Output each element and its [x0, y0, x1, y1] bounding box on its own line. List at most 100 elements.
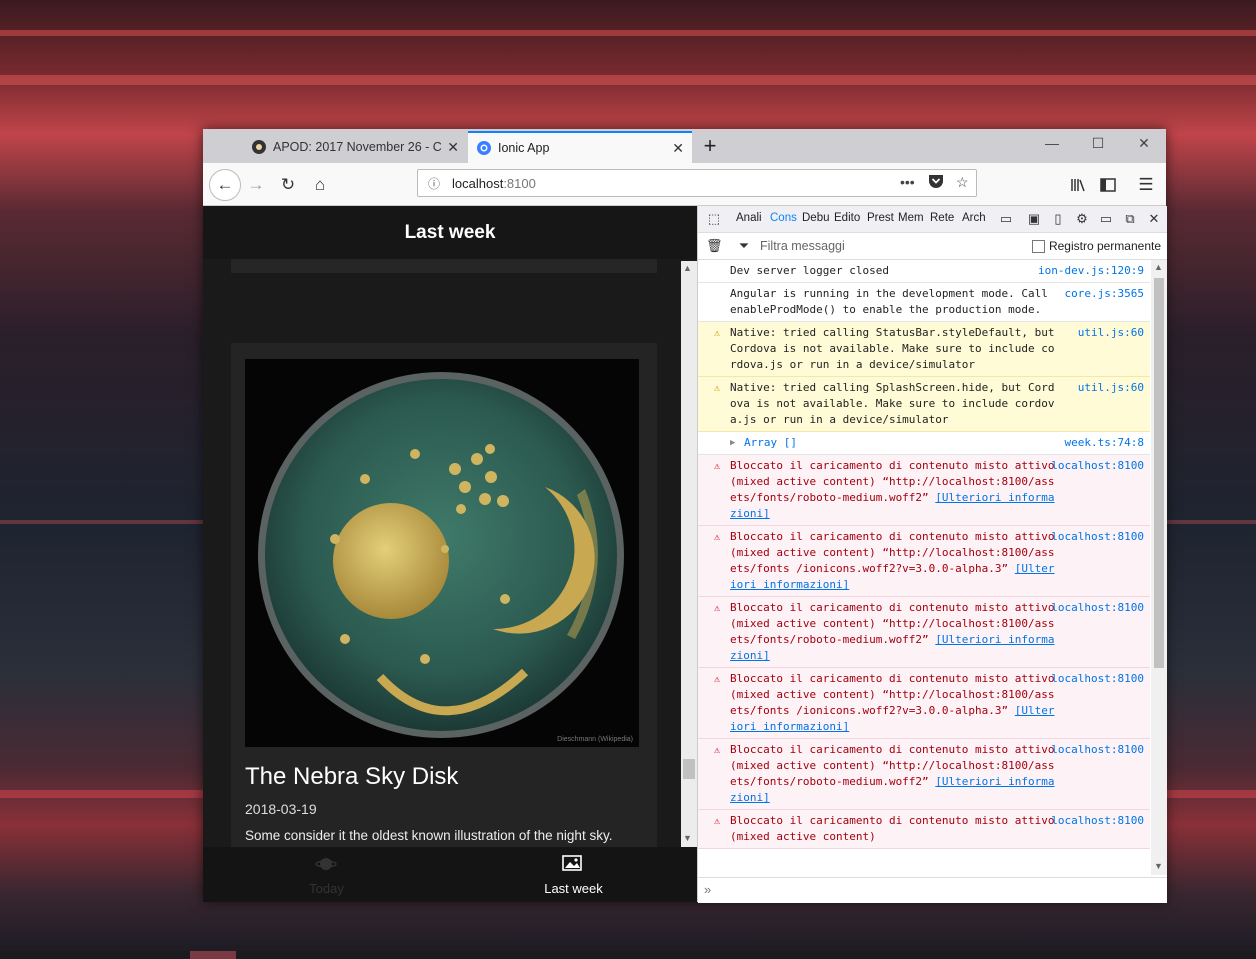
console-message: Angular is running in the development mo… [698, 283, 1150, 322]
minimize-icon[interactable]: — [1029, 135, 1075, 151]
apod-card[interactable]: Dieschmann (Wikipedia) The Nebra Sky Dis… [231, 343, 657, 863]
console-error: ⚠ Bloccato il caricamento di contenuto m… [698, 526, 1150, 597]
menu-icon[interactable]: ☰ [1133, 172, 1159, 198]
url-bar[interactable]: ⓘ localhost:8100 ••• ☆ [417, 169, 977, 197]
home-button[interactable]: ⌂ [307, 172, 333, 198]
sidebar-icon[interactable] [1095, 172, 1121, 198]
devtools-toolbar: ⬚ Anali Cons Debu Edito Prest Mem Rete A… [698, 206, 1167, 233]
message-source-link[interactable]: localhost:8100 [1051, 529, 1144, 545]
previous-card [231, 259, 657, 273]
warning-icon: ⚠ [714, 328, 721, 339]
forward-button[interactable]: → [243, 172, 269, 198]
reload-icon: ↻ [280, 175, 296, 194]
error-icon: ⚠ [714, 745, 721, 756]
message-source-link[interactable]: localhost:8100 [1051, 671, 1144, 687]
console-filter-bar: 🗑 ⏷ Filtra messaggi Registro permanente [698, 233, 1167, 260]
close-window-icon[interactable]: ✕ [1121, 135, 1167, 152]
bookmark-star-icon[interactable]: ☆ [956, 174, 969, 191]
dock-window-icon[interactable]: ⧉ [1122, 211, 1138, 227]
error-icon: ⚠ [714, 461, 721, 472]
console-array-log[interactable]: ▶ Array [] week.ts:74:8 [698, 432, 1150, 455]
devtools-tab-storage[interactable]: Arch [962, 212, 990, 224]
card-description: Some consider it the oldest known illust… [245, 828, 613, 843]
library-icon[interactable] [1065, 172, 1091, 198]
app-scrollbar[interactable]: ▲ ▼ [681, 261, 697, 847]
console-error: ⚠ Bloccato il caricamento di contenuto m… [698, 810, 1150, 849]
page-actions-icon[interactable]: ••• [900, 174, 915, 190]
image-credit: Dieschmann (Wikipedia) [557, 736, 633, 743]
console-warning: ⚠ Native: tried calling StatusBar.styleD… [698, 322, 1150, 377]
message-source-link[interactable]: ion-dev.js:120:9 [1038, 263, 1144, 279]
home-icon: ⌂ [314, 175, 326, 194]
tab-close-icon[interactable]: ✕ [447, 139, 459, 156]
images-icon [562, 855, 582, 871]
page-title: Last week [203, 206, 697, 259]
planet-icon [315, 858, 337, 870]
message-source-link[interactable]: util.js:60 [1078, 325, 1144, 341]
checkbox-box[interactable] [1031, 239, 1045, 253]
taskbar-item[interactable] [190, 951, 236, 959]
message-source-link[interactable]: localhost:8100 [1051, 600, 1144, 616]
arrow-left-icon: ← [216, 175, 234, 194]
reload-button[interactable]: ↻ [275, 172, 301, 198]
info-icon[interactable]: ⓘ [428, 175, 440, 192]
element-picker-icon[interactable]: ⬚ [706, 211, 722, 227]
persist-logs-checkbox[interactable]: Registro permanente [1031, 239, 1161, 253]
message-source-link[interactable]: util.js:60 [1078, 380, 1144, 396]
console-error: ⚠ Bloccato il caricamento di contenuto m… [698, 739, 1150, 810]
browser-window: APOD: 2017 November 26 - C ✕ Ionic App ✕… [203, 129, 1167, 903]
devtools-tab-editor[interactable]: Edito [834, 212, 864, 224]
tab-label: Last week [544, 881, 603, 896]
new-tab-button[interactable]: + [698, 133, 722, 159]
pocket-icon[interactable] [928, 174, 944, 191]
error-icon: ⚠ [714, 603, 721, 614]
card-date: 2018-03-19 [245, 801, 317, 817]
message-source-link[interactable]: localhost:8100 [1051, 458, 1144, 474]
devtools-tab-inspector[interactable]: Anali [736, 212, 766, 224]
tab-apod[interactable]: APOD: 2017 November 26 - C ✕ [243, 131, 467, 163]
console-message: Dev server logger closed ion-dev.js:120:… [698, 260, 1150, 283]
navigation-bar: ← → ↻ ⌂ ⓘ localhost:8100 ••• ☆ ☰ [203, 163, 1166, 206]
dock-bottom-icon[interactable]: ▭ [1098, 211, 1114, 227]
maximize-icon[interactable]: ☐ [1075, 135, 1121, 152]
prompt-chevron-icon: » [704, 882, 712, 897]
tab-last-week[interactable]: Last week [450, 847, 697, 902]
message-source-link[interactable]: core.js:3565 [1065, 286, 1144, 302]
console-output: Dev server logger closed ion-dev.js:120:… [698, 260, 1150, 875]
tab-ionic-app[interactable]: Ionic App ✕ [468, 131, 692, 163]
expand-triangle-icon[interactable]: ▶ [730, 435, 735, 451]
close-devtools-icon[interactable]: ✕ [1146, 211, 1162, 227]
message-source-link[interactable]: week.ts:74:8 [1065, 435, 1144, 451]
tab-title: APOD: 2017 November 26 - C [273, 140, 442, 154]
filter-messages-input[interactable]: Filtra messaggi [760, 239, 845, 253]
trash-icon[interactable]: 🗑 [706, 238, 723, 254]
tab-title: Ionic App [498, 141, 550, 155]
back-button[interactable]: ← [209, 169, 241, 201]
message-source-link[interactable]: localhost:8100 [1051, 813, 1144, 829]
tab-close-icon[interactable]: ✕ [672, 140, 684, 157]
app-tab-bar: Today Last week [203, 847, 697, 902]
message-source-link[interactable]: localhost:8100 [1051, 742, 1144, 758]
console-error: ⚠ Bloccato il caricamento di contenuto m… [698, 597, 1150, 668]
tab-label: Today [309, 881, 344, 896]
console-warning: ⚠ Native: tried calling SplashScreen.hid… [698, 377, 1150, 432]
console-input[interactable]: » [698, 877, 1167, 903]
tab-bar: APOD: 2017 November 26 - C ✕ Ionic App ✕… [203, 129, 1166, 163]
warning-icon: ⚠ [714, 383, 721, 394]
devtools-tab-memory[interactable]: Mem [898, 212, 926, 224]
settings-gear-icon[interactable]: ⚙ [1074, 211, 1090, 227]
filter-funnel-icon: ⏷ [738, 238, 750, 253]
console-error: ⚠ Bloccato il caricamento di contenuto m… [698, 668, 1150, 739]
card-title: The Nebra Sky Disk [245, 763, 459, 790]
devtools-tab-performance[interactable]: Prest [867, 212, 895, 224]
arrow-right-icon: → [247, 175, 265, 194]
console-scrollbar[interactable]: ▲ ▼ [1151, 260, 1167, 875]
devtools-tab-debugger[interactable]: Debu [802, 212, 830, 224]
devtools-tab-console[interactable]: Cons [770, 212, 798, 224]
responsive-mode-icon[interactable]: ▯ [1050, 211, 1066, 227]
devtools-tab-network[interactable]: Rete [930, 212, 958, 224]
tab-overflow-icon[interactable]: ▭ [998, 211, 1014, 227]
tab-today[interactable]: Today [203, 847, 450, 902]
split-console-icon[interactable]: ▣ [1026, 211, 1042, 227]
console-error: ⚠ Bloccato il caricamento di contenuto m… [698, 455, 1150, 526]
